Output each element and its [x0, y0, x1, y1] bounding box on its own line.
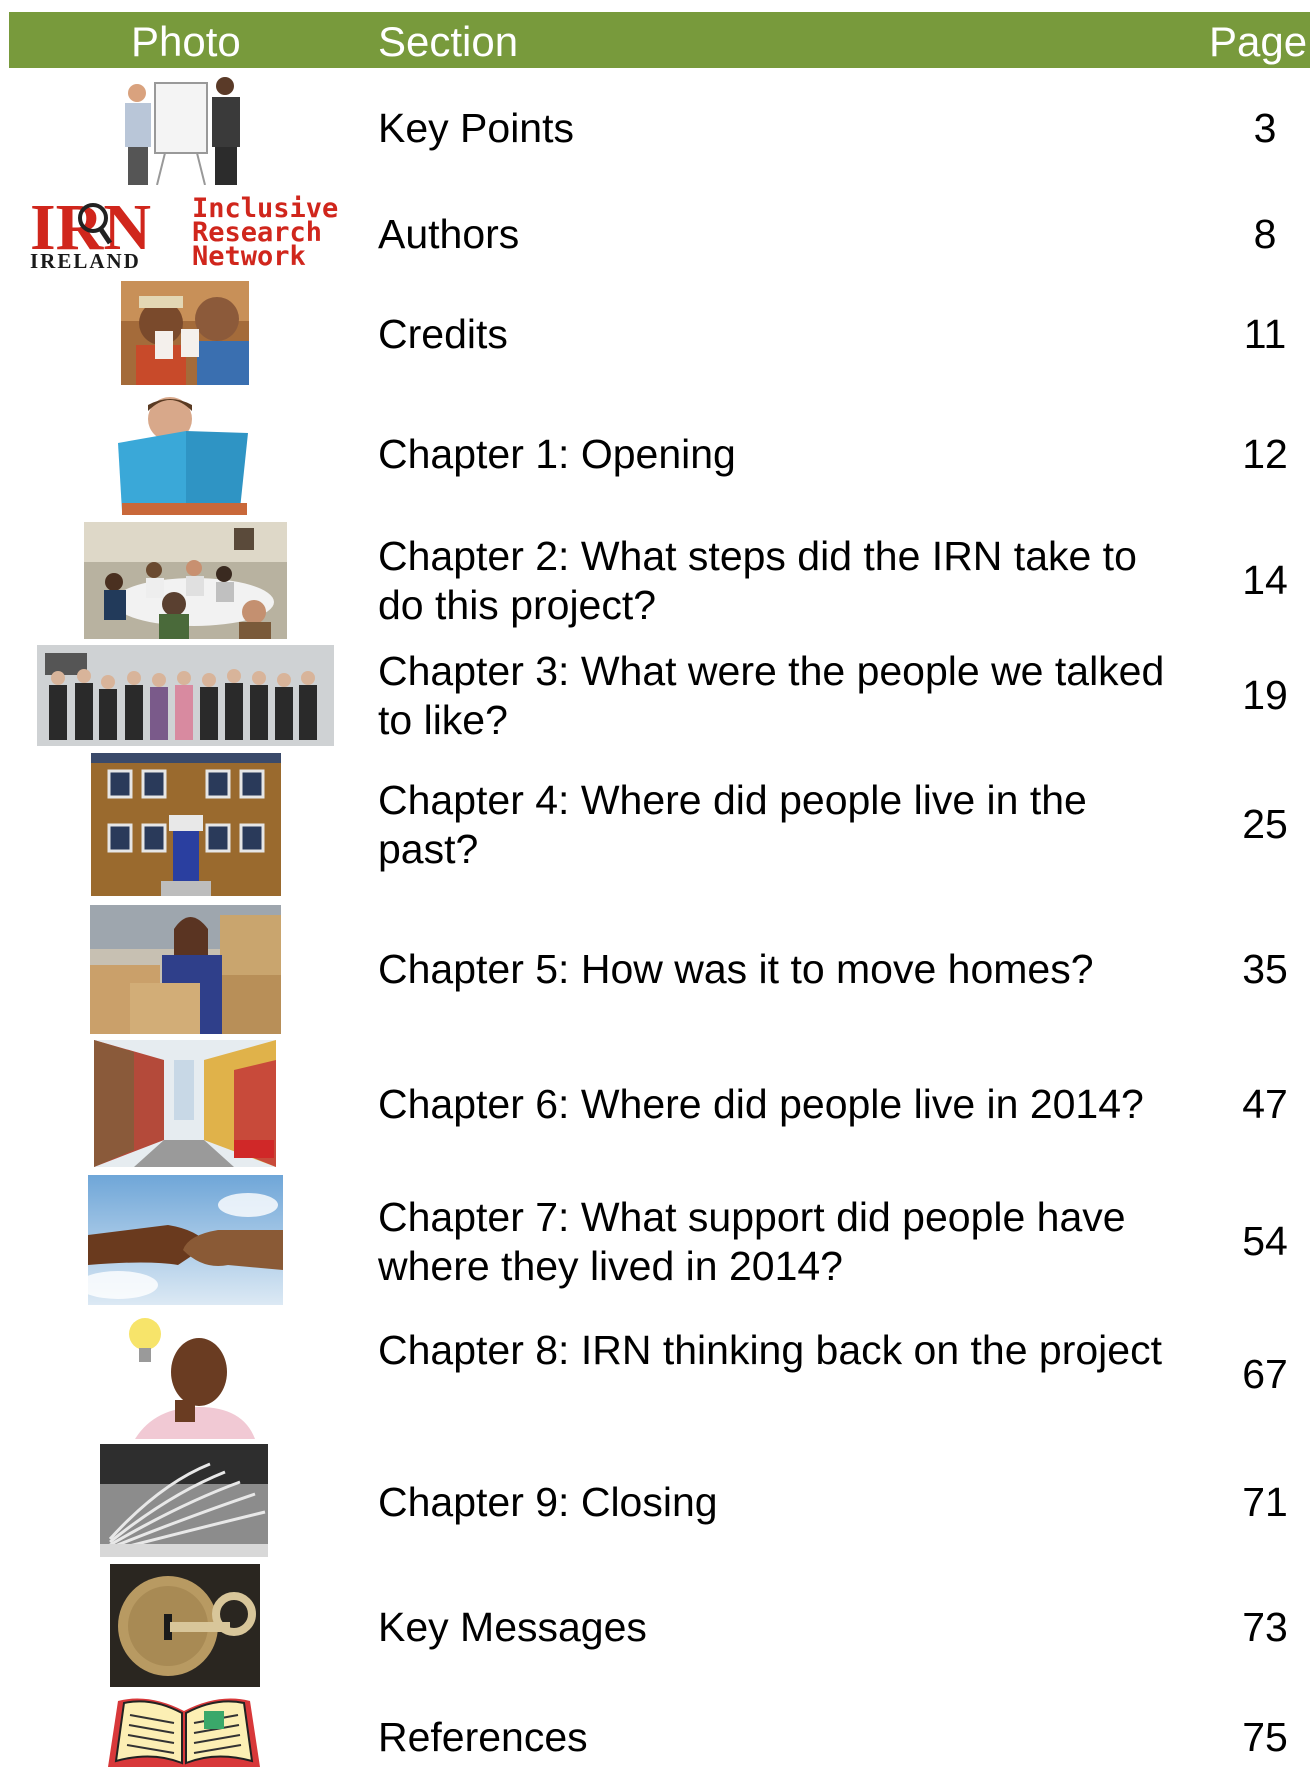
page-number: 71	[1242, 1479, 1288, 1525]
open-book-icon	[104, 1693, 264, 1771]
page-number: 8	[1253, 211, 1277, 257]
moving-boxes-photo	[90, 905, 281, 1034]
page-number: 12	[1242, 431, 1288, 477]
page-number: 25	[1242, 801, 1288, 847]
table-header: Photo Section Page	[9, 12, 1310, 68]
photo-column-header: Photo	[131, 18, 241, 65]
section-title: Chapter 2: What steps did the IRN take t…	[378, 533, 1137, 628]
page-number: 3	[1253, 105, 1277, 151]
section-title: Key Messages	[378, 1604, 647, 1650]
meeting-photo	[84, 522, 287, 639]
section-title: Chapter 9: Closing	[378, 1479, 718, 1525]
section-title: Chapter 8: IRN thinking back on the proj…	[378, 1327, 1162, 1373]
page-number: 75	[1242, 1714, 1288, 1760]
book-pages-photo	[100, 1444, 268, 1557]
cheers-photo	[121, 281, 249, 385]
page-number: 47	[1242, 1081, 1288, 1127]
page-column-header: Page	[1209, 18, 1308, 65]
section-title: Chapter 1: Opening	[378, 431, 736, 477]
house-photo	[91, 753, 281, 896]
page-number: 54	[1242, 1218, 1288, 1264]
page-number: 14	[1242, 557, 1288, 603]
page-number: 67	[1242, 1351, 1288, 1397]
network-text: Network	[192, 241, 306, 271]
ireland-text: IRELAND	[30, 249, 141, 271]
presentation-photo	[115, 73, 251, 185]
section-title: References	[378, 1714, 588, 1760]
irn-logo: IRN IRELAND Inclusive Research Network	[30, 193, 338, 271]
section-title: Chapter 6: Where did people live in 2014…	[378, 1081, 1144, 1127]
page-number: 35	[1242, 946, 1288, 992]
section-title: Chapter 7: What support did people have …	[378, 1194, 1126, 1289]
key-lock-photo	[110, 1564, 260, 1687]
page-number: 19	[1242, 672, 1288, 718]
section-title: Chapter 5: How was it to move homes?	[378, 946, 1094, 992]
section-column-header: Section	[378, 18, 519, 65]
section-title: Authors	[378, 211, 520, 257]
section-title: Credits	[378, 311, 508, 357]
street-photo	[94, 1040, 276, 1167]
reading-photo	[108, 393, 264, 515]
handshake-photo	[88, 1175, 283, 1305]
section-title: Key Points	[378, 105, 574, 151]
page-number: 11	[1243, 311, 1287, 357]
group-photo	[37, 645, 334, 746]
section-title: Chapter 3: What were the people we talke…	[378, 648, 1165, 743]
thinking-photo	[115, 1312, 257, 1439]
page-number: 73	[1242, 1604, 1288, 1650]
section-title: Chapter 4: Where did people live in the …	[378, 777, 1087, 872]
